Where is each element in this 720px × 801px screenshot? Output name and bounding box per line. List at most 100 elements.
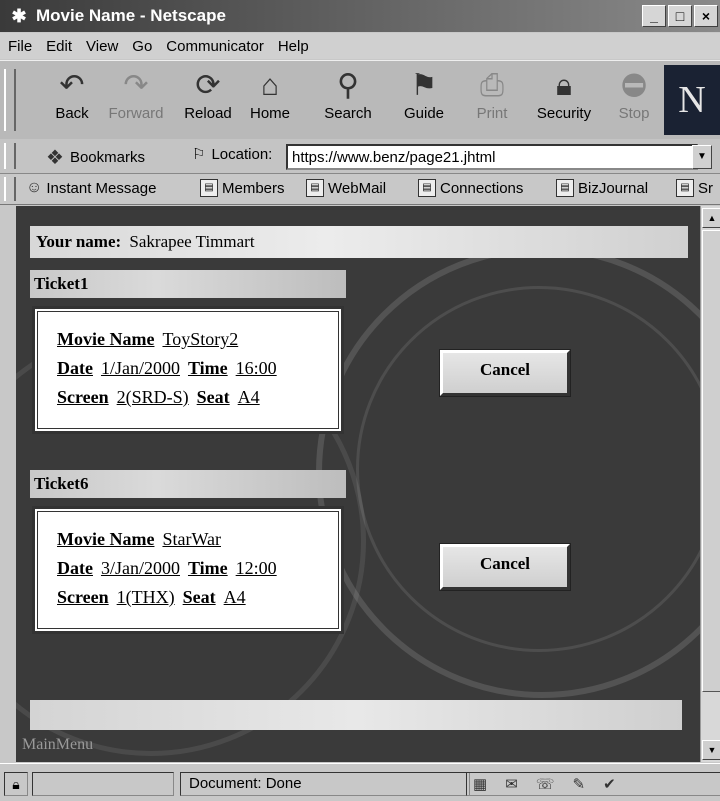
minimize-button[interactable]: _ <box>642 5 666 27</box>
connections-button[interactable]: ▤ Connections <box>418 179 523 197</box>
movie-name-value: StarWar <box>162 529 221 549</box>
menu-edit[interactable]: Edit <box>46 38 72 55</box>
search-button[interactable]: ⚲ Search <box>316 67 380 135</box>
back-label: Back <box>55 105 89 122</box>
composer-icon[interactable]: ✎ <box>573 775 586 793</box>
bookmarks-button[interactable]: ❖ Bookmarks <box>46 145 145 170</box>
home-button[interactable]: ⌂ Home <box>238 67 302 135</box>
main-menu-link[interactable]: MainMenu <box>22 736 93 754</box>
user-name-bar: Your name: Sakrapee Timmart <box>30 226 688 258</box>
search-label: Search <box>324 105 372 122</box>
members-label: Members <box>222 179 285 197</box>
reload-button[interactable]: ⟳ Reload <box>176 67 240 135</box>
movie-name-label: Movie Name <box>57 329 155 349</box>
seat-value: A4 <box>237 387 260 407</box>
component-bar: ▦ ✉ ☏ ✎ ✔ <box>466 772 720 796</box>
reload-icon: ⟳ <box>195 69 221 102</box>
members-button[interactable]: ▤ Members <box>200 179 285 197</box>
progress-bar <box>32 772 174 796</box>
reload-label: Reload <box>184 105 232 122</box>
stop-button[interactable]: ⛔︎ Stop <box>602 67 666 135</box>
page-content: Your name: Sakrapee Timmart Ticket1 Movi… <box>16 206 700 762</box>
stop-label: Stop <box>618 105 650 122</box>
discussions-icon[interactable]: ☏ <box>536 775 555 793</box>
title-bar: ✱ Movie Name - Netscape _ □ × <box>0 0 720 32</box>
stop-icon: ⛔︎ <box>621 69 647 102</box>
ticket-header: Ticket6 <box>30 470 346 498</box>
scroll-up-button[interactable]: ▲ <box>702 208 720 228</box>
scroll-down-button[interactable]: ▼ <box>702 740 720 760</box>
toolbar-grip[interactable] <box>4 69 16 131</box>
instant-message-label: Instant Message <box>46 179 157 197</box>
forward-arrow-icon: ↷ <box>123 69 149 102</box>
menu-view[interactable]: View <box>86 38 118 55</box>
security-lock-icon[interactable]: 🔒︎ <box>4 772 28 796</box>
home-label: Home <box>249 105 290 122</box>
bookmarks-label: Bookmarks <box>69 149 145 166</box>
bookmarks-icon: ❖ <box>46 147 64 169</box>
scroll-thumb[interactable] <box>702 230 720 692</box>
instant-message-icon: ☺ <box>26 179 43 196</box>
name-label: Your name: <box>36 232 122 251</box>
vertical-scrollbar[interactable]: ▲ ▼ <box>700 206 720 762</box>
menu-help[interactable]: Help <box>278 38 309 55</box>
browser-window: ✱ Movie Name - Netscape _ □ × File Edit … <box>0 0 720 801</box>
mail-icon[interactable]: ✉ <box>505 775 518 793</box>
seat-label: Seat <box>182 587 216 607</box>
screen-value: 2(SRD-S) <box>116 387 189 407</box>
guide-label: Guide <box>403 105 445 122</box>
back-button[interactable]: ↶ Back <box>40 67 104 135</box>
location-icon: ⚐ <box>192 146 206 163</box>
netscape-app-icon: ✱ <box>11 6 27 26</box>
status-bar: 🔒︎ Document: Done ▦ ✉ ☏ ✎ ✔ <box>0 763 720 801</box>
webmail-label: WebMail <box>328 179 387 197</box>
ticket-details: Movie Name StarWar Date 3/Jan/2000 Time 12:0… <box>32 506 344 634</box>
ticket-date-row: Date 3/Jan/2000 Time 12:00 <box>57 558 277 579</box>
menu-go[interactable]: Go <box>132 38 152 55</box>
date-label: Date <box>57 558 93 578</box>
date-label: Date <box>57 358 93 378</box>
search-icon: ⚲ <box>337 69 359 102</box>
print-icon: ⎙ <box>480 69 504 102</box>
url-dropdown-button[interactable]: ▼ <box>692 145 712 169</box>
ticket-screen-row: Screen 2(SRD-S) Seat A4 <box>57 387 260 408</box>
screen-label: Screen <box>57 587 109 607</box>
seat-value: A4 <box>223 587 246 607</box>
bizjournal-label: BizJournal <box>578 179 649 197</box>
personal-toolbar-grip[interactable] <box>4 177 16 201</box>
instant-message-button[interactable]: ☺ Instant Message <box>26 179 156 197</box>
footer-bar <box>30 700 682 730</box>
menu-file[interactable]: File <box>8 38 32 55</box>
cancel-ticket-button[interactable]: Cancel <box>440 544 570 590</box>
lock-icon: 🔒︎ <box>556 69 572 102</box>
sr-button[interactable]: ▤ Sr <box>676 179 713 197</box>
cancel-ticket-button[interactable]: Cancel <box>440 350 570 396</box>
home-icon: ⌂ <box>260 69 280 102</box>
time-value: 12:00 <box>235 558 277 578</box>
url-input[interactable] <box>286 144 698 170</box>
menu-bar: File Edit View Go Communicator Help <box>0 33 720 59</box>
netscape-logo[interactable]: N <box>664 65 720 135</box>
guide-button[interactable]: ⚑ Guide <box>392 67 456 135</box>
navigator-icon[interactable]: ▦ <box>473 775 487 793</box>
security-button[interactable]: 🔒︎ Security <box>532 67 596 135</box>
location-grip[interactable] <box>4 143 16 169</box>
connections-label: Connections <box>440 179 524 197</box>
seat-label: Seat <box>196 387 230 407</box>
print-button[interactable]: ⎙ Print <box>460 67 524 135</box>
name-value: Sakrapee Timmart <box>129 232 255 251</box>
bookmark-page-icon: ▤ <box>418 179 436 197</box>
date-value: 1/Jan/2000 <box>100 358 180 378</box>
movie-name-label: Movie Name <box>57 529 155 549</box>
back-arrow-icon: ↶ <box>59 69 85 102</box>
checkmark-icon[interactable]: ✔ <box>603 775 616 793</box>
screen-label: Screen <box>57 387 109 407</box>
window-controls: _ □ × <box>642 5 718 27</box>
close-button[interactable]: × <box>694 5 718 27</box>
menu-communicator[interactable]: Communicator <box>166 38 264 55</box>
forward-button[interactable]: ↷ Forward <box>104 67 168 135</box>
maximize-button[interactable]: □ <box>668 5 692 27</box>
date-value: 3/Jan/2000 <box>100 558 180 578</box>
webmail-button[interactable]: ▤ WebMail <box>306 179 386 197</box>
bizjournal-button[interactable]: ▤ BizJournal <box>556 179 648 197</box>
